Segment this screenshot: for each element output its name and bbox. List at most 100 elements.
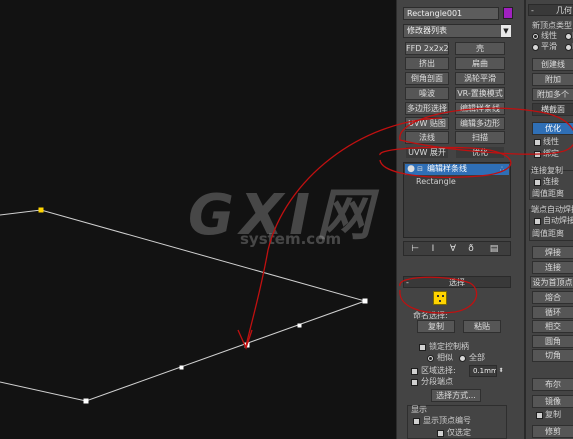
stack-item-edit-spline[interactable]: ● ⊟ 编辑样条线 ∴ [405, 164, 509, 175]
weld-button[interactable]: 焊接 [532, 246, 573, 259]
modifier-button[interactable]: 优化 [455, 146, 505, 159]
modifier-stack: ● ⊟ 编辑样条线 ∴ Rectangle [403, 162, 511, 238]
show-vertex-numbers-checkbox[interactable] [413, 418, 420, 425]
bind-label: 绑定 [543, 149, 559, 158]
modifier-button[interactable]: 噪波 [405, 87, 449, 100]
modifier-button[interactable]: 扫描 [455, 131, 505, 144]
selected-only-checkbox[interactable] [437, 430, 444, 437]
paste-selection-button[interactable]: 粘贴 [463, 320, 501, 333]
lock-handles-checkbox[interactable] [419, 344, 426, 351]
modifier-button[interactable]: 涡轮平滑 [455, 72, 505, 85]
modifier-panel: Rectangle001 修改器列表 ▼ FFD 2x2x2 壳 挤出 扁曲 倒… [396, 0, 524, 439]
bezier-radio[interactable] [565, 33, 572, 40]
subobject-icon: ∴ [499, 165, 505, 173]
mirror-copy-checkbox[interactable] [536, 412, 543, 419]
modifier-button[interactable]: 编辑样条线 [455, 102, 505, 115]
viewport[interactable]: GXI网 system.com [0, 0, 396, 439]
remove-modifier-icon[interactable]: ð [466, 244, 476, 254]
stack-toolbar: ⊢ Ⅰ ∀ ð ▤ [403, 241, 511, 256]
auto-weld-label: 自动焊接 [543, 216, 573, 225]
attach-multiple-button[interactable]: 附加多个 [532, 88, 573, 101]
new-vertex-type-label: 新顶点类型 [532, 21, 572, 30]
vertex-mode-icon[interactable] [433, 291, 447, 305]
similar-radio[interactable] [427, 355, 434, 362]
watermark-url: system.com [240, 230, 342, 248]
fuse-button[interactable]: 熔合 [532, 291, 573, 304]
geometry-rollout-header[interactable]: - 几何 [528, 4, 573, 16]
mirror-button[interactable]: 镜像 [532, 395, 573, 408]
modifier-list-dropdown[interactable]: 修改器列表 [403, 24, 511, 38]
show-end-result-icon[interactable]: Ⅰ [428, 244, 438, 254]
selected-only-label: 仅选定 [447, 428, 471, 437]
modifier-list-label: 修改器列表 [407, 26, 447, 35]
end-auto-weld-title: 端点自动焊接 [531, 205, 573, 214]
linear-radio[interactable] [532, 33, 539, 40]
vertex-point [179, 365, 184, 370]
linear-checkbox[interactable] [534, 139, 541, 146]
modifier-button[interactable]: 挤出 [405, 57, 449, 70]
all-radio[interactable] [459, 355, 466, 362]
segment-end-label: 分段端点 [421, 377, 453, 386]
object-name-field[interactable]: Rectangle001 [403, 7, 499, 20]
bezier-corner-radio[interactable] [565, 44, 572, 51]
show-vertex-numbers-label: 显示顶点编号 [423, 416, 471, 425]
pin-stack-icon[interactable]: ⊢ [410, 244, 420, 254]
auto-weld-checkbox[interactable] [534, 218, 541, 225]
lock-handles-label: 锁定控制柄 [429, 342, 469, 351]
modifier-button[interactable]: VR-置换模式 [455, 87, 505, 100]
modifier-button[interactable]: 壳 [455, 42, 505, 55]
trim-button[interactable]: 修剪 [532, 425, 573, 438]
vertex-point [83, 398, 89, 404]
chamfer-button[interactable]: 切角 [532, 349, 573, 362]
crossinsert-button[interactable]: 相交 [532, 320, 573, 333]
stack-item-rectangle[interactable]: Rectangle [416, 177, 456, 187]
modifier-button[interactable]: FFD 2x2x2 [405, 42, 449, 55]
fillet-button[interactable]: 圆角 [532, 335, 573, 348]
modifier-button[interactable]: UVW 展开 [405, 146, 449, 159]
threshold-label: 阈值距离 [532, 189, 564, 198]
segment-end-checkbox[interactable] [411, 379, 418, 386]
area-select-checkbox[interactable] [411, 368, 418, 375]
vertex-point [297, 323, 302, 328]
chevron-down-icon[interactable]: ▼ [501, 25, 511, 37]
weld-threshold-label: 阈值距离 [532, 229, 564, 238]
selection-rollout-header[interactable]: - 选择 [403, 276, 511, 288]
make-first-button[interactable]: 设为首顶点 [530, 276, 573, 289]
linear-label: 线性 [541, 31, 557, 40]
attach-button[interactable]: 附加 [532, 73, 573, 86]
area-select-label: 区域选择: [421, 366, 456, 375]
cycle-button[interactable]: 循环 [532, 306, 573, 319]
all-label: 全部 [469, 353, 485, 362]
smooth-label: 平滑 [541, 42, 557, 51]
vertex-point [362, 298, 368, 304]
linear-check-label: 线性 [543, 137, 559, 146]
connect-copy-title: 连接复制 [531, 166, 563, 175]
expand-icon[interactable]: ⊟ [416, 164, 424, 174]
spinner-icon[interactable]: ⬍ [498, 366, 504, 376]
modifier-button[interactable]: UVW 贴图 [405, 117, 449, 130]
modifier-button[interactable]: 法线 [405, 131, 449, 144]
smooth-radio[interactable] [532, 44, 539, 51]
boolean-button[interactable]: 布尔 [532, 378, 573, 391]
cross-section-button[interactable]: 横截面 [532, 103, 573, 116]
modifier-button[interactable]: 编辑多边形 [455, 117, 505, 130]
modifier-button[interactable]: 多边形选择 [405, 102, 449, 115]
connect-checkbox[interactable] [534, 179, 541, 186]
area-select-value[interactable]: 0.1mm [469, 365, 497, 377]
copy-selection-button[interactable]: 复制 [417, 320, 455, 333]
bulb-icon[interactable]: ● [407, 164, 415, 174]
geometry-panel: - 几何 新顶点类型 线性 B 平滑 B 创建线 附加 附加多个 横截面 优化 … [524, 0, 573, 439]
vertex-point [244, 342, 250, 348]
vertex-point [38, 207, 44, 213]
refine-button[interactable]: 优化 [532, 122, 573, 135]
mirror-copy-label: 复制 [545, 410, 561, 419]
make-unique-icon[interactable]: ∀ [448, 244, 458, 254]
connect-button[interactable]: 连接 [532, 261, 573, 274]
bind-checkbox[interactable] [534, 151, 541, 158]
select-by-button[interactable]: 选择方式... [431, 389, 481, 402]
create-line-button[interactable]: 创建线 [532, 58, 573, 71]
configure-sets-icon[interactable]: ▤ [488, 244, 500, 254]
modifier-button[interactable]: 倒角剖面 [405, 72, 449, 85]
modifier-button[interactable]: 扁曲 [455, 57, 505, 70]
object-color-swatch[interactable] [503, 7, 513, 19]
